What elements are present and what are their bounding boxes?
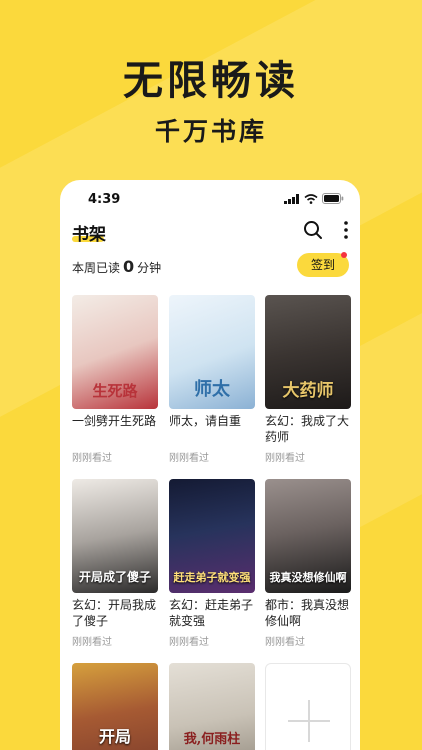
book-cover: 生死路 <box>72 295 158 409</box>
add-book-button[interactable] <box>265 663 351 750</box>
book-cover: 大药师 <box>265 295 351 409</box>
book-item[interactable]: 我真没想修仙啊 都市：我真没想修仙啊 刚刚看过 <box>265 479 351 648</box>
battery-icon <box>322 193 344 204</box>
book-cover: 赶走弟子就变强 <box>169 479 255 593</box>
book-status: 刚刚看过 <box>265 453 305 464</box>
book-item[interactable]: 开局成了傻子 玄幻：开局我成了傻子 刚刚看过 <box>72 479 158 648</box>
notification-dot <box>341 252 347 258</box>
book-cover: 开局成了傻子 <box>72 479 158 593</box>
phone-screen: 4:39 书架 本周已读 0 分钟 签到 生死路 一剑劈开生死路 刚刚看过 师太… <box>60 180 360 750</box>
shelf-header: 书架 <box>60 216 360 252</box>
book-title: 玄幻：开局我成了傻子 <box>72 598 157 628</box>
book-item[interactable]: 赶走弟子就变强 玄幻：赶走弟子就变强 刚刚看过 <box>169 479 255 648</box>
weekly-suffix: 分钟 <box>137 261 162 275</box>
tab-bookshelf[interactable]: 书架 <box>72 220 106 245</box>
signal-icon <box>284 193 299 204</box>
book-status: 刚刚看过 <box>265 637 305 648</box>
book-cover: 师太 <box>169 295 255 409</box>
book-status: 刚刚看过 <box>72 453 112 464</box>
book-item[interactable]: 大药师 玄幻：我成了大药师 刚刚看过 <box>265 295 351 464</box>
add-book-icon <box>265 663 351 750</box>
hero-title: 无限畅读 <box>123 58 299 104</box>
search-icon[interactable] <box>302 219 324 241</box>
book-title: 都市：我真没想修仙啊 <box>265 598 350 628</box>
weekly-reading-time: 本周已读 0 分钟 <box>72 257 161 276</box>
weekly-minutes: 0 <box>123 257 135 276</box>
book-cover: 开局 <box>72 663 158 750</box>
weekly-prefix: 本周已读 <box>72 261 121 275</box>
wifi-icon <box>304 193 318 204</box>
hero-subtitle: 千万书库 <box>154 117 267 146</box>
book-title: 一剑劈开生死路 <box>72 414 157 428</box>
book-item[interactable]: 师太 师太，请自重 刚刚看过 <box>169 295 255 464</box>
checkin-button[interactable]: 签到 <box>297 252 349 277</box>
book-title: 师太，请自重 <box>169 414 242 428</box>
status-icons <box>284 193 344 204</box>
book-status: 刚刚看过 <box>169 637 209 648</box>
more-vertical-icon[interactable] <box>340 219 352 241</box>
status-bar: 4:39 <box>60 180 360 216</box>
book-cover: 我,何雨柱 <box>169 663 255 750</box>
book-status: 刚刚看过 <box>169 453 209 464</box>
book-status: 刚刚看过 <box>72 637 112 648</box>
book-item[interactable]: 生死路 一剑劈开生死路 刚刚看过 <box>72 295 158 464</box>
book-item[interactable]: 开局 <box>72 663 158 750</box>
book-title: 玄幻：赶走弟子就变强 <box>169 598 254 628</box>
status-time: 4:39 <box>88 192 121 207</box>
book-title: 玄幻：我成了大药师 <box>265 414 350 444</box>
book-cover: 我真没想修仙啊 <box>265 479 351 593</box>
book-item[interactable]: 我,何雨柱 <box>169 663 255 750</box>
